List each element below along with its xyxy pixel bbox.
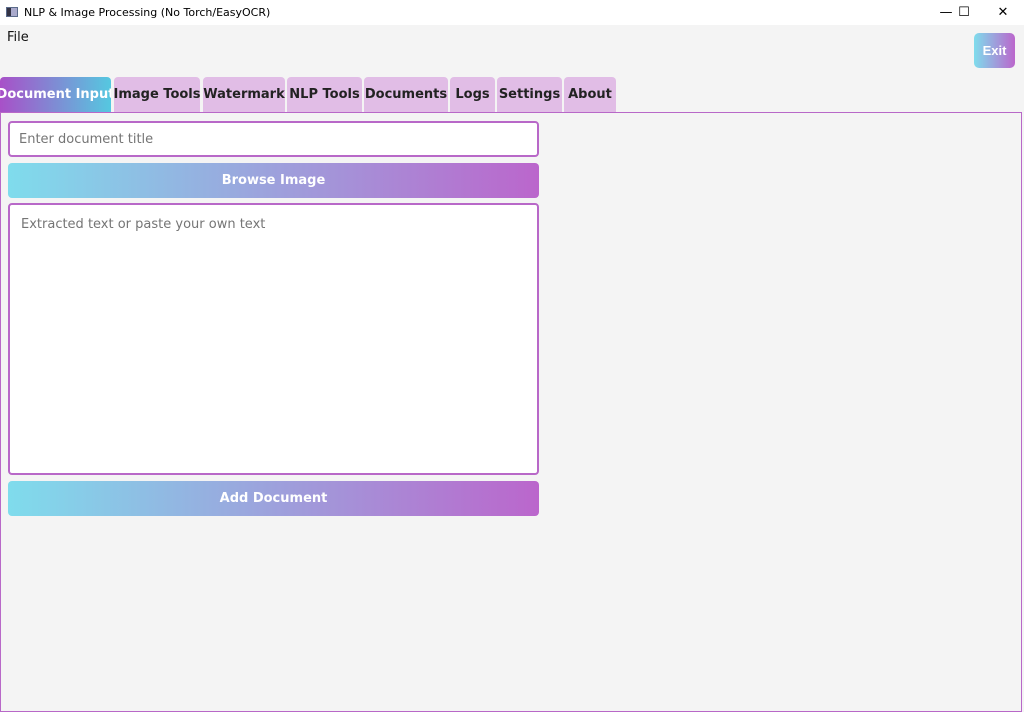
maximize-button[interactable]: ☐ [945,0,983,25]
tab-settings[interactable]: Settings [497,77,562,112]
tab-about[interactable]: About [564,77,616,112]
browse-image-button[interactable]: Browse Image [8,163,539,198]
exit-button[interactable]: Exit [974,33,1015,68]
tab-nlp-tools[interactable]: NLP Tools [287,77,362,112]
tab-documents[interactable]: Documents [364,77,448,112]
document-title-input[interactable] [8,121,539,157]
tab-logs[interactable]: Logs [450,77,495,112]
app-icon [6,7,18,17]
window-title: NLP & Image Processing (No Torch/EasyOCR… [24,6,271,19]
tab-image-tools[interactable]: Image Tools [114,77,200,112]
tab-document-input[interactable]: Document Input [0,77,111,112]
close-button[interactable]: ✕ [984,0,1022,25]
add-document-button[interactable]: Add Document [8,481,539,516]
document-text-area[interactable] [8,203,539,475]
menu-file[interactable]: File [7,30,29,45]
tab-watermark[interactable]: Watermark [203,77,285,112]
title-bar: NLP & Image Processing (No Torch/EasyOCR… [0,0,1024,25]
